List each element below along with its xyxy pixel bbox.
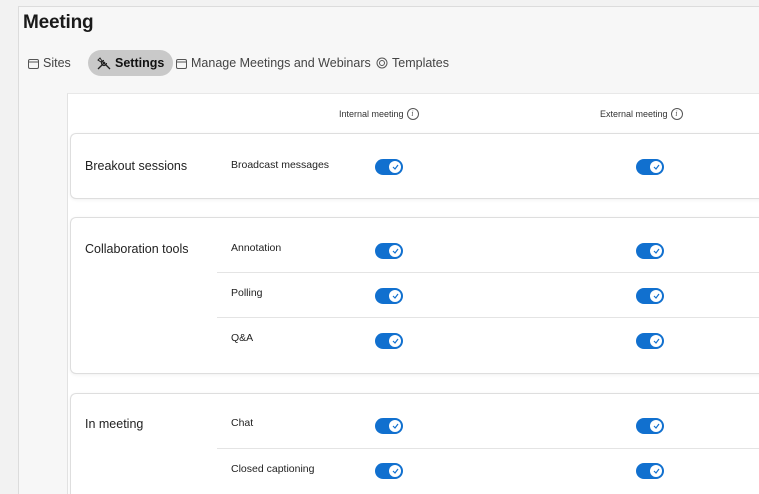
setting-row-chat: Chat [217,404,759,449]
setting-row-q-and-a: Q&A [217,318,759,362]
q-and-a-internal-toggle[interactable] [375,333,403,349]
column-header-external: External meeting i [600,108,683,120]
tab-label: Templates [392,56,449,70]
column-header-label: External meeting [600,109,668,119]
tab-settings[interactable]: Settings [88,50,174,76]
setting-label: Annotation [231,242,282,254]
info-icon[interactable]: i [406,108,419,120]
q-and-a-external-toggle[interactable] [636,333,664,349]
check-icon [389,290,401,302]
broadcast-messages-external-toggle[interactable] [636,159,664,175]
tab-label: Settings [115,56,165,70]
settings-panel: Internal meeting i External meeting i Br… [67,93,759,494]
check-icon [389,245,401,257]
column-header-internal: Internal meeting i [339,108,419,120]
setting-row-closed-captioning: Closed captioning [217,449,759,493]
check-icon [650,245,662,257]
check-icon [650,420,662,432]
annotation-external-toggle[interactable] [636,243,664,259]
template-icon [376,57,388,69]
group-label: Collaboration tools [85,242,189,256]
check-icon [389,335,401,347]
tab-label: Sites [43,56,71,70]
check-icon [650,290,662,302]
setting-label: Chat [231,417,254,429]
settings-group-breakout-sessions: Breakout sessions Broadcast messages [70,133,759,199]
check-icon [650,335,662,347]
page-title: Meeting [23,12,94,33]
check-icon [650,161,662,173]
setting-row-annotation: Annotation [217,228,759,273]
setting-label: Polling [231,287,263,299]
closed-captioning-internal-toggle[interactable] [375,463,403,479]
setting-row-broadcast-messages: Broadcast messages [217,144,759,188]
closed-captioning-external-toggle[interactable] [636,463,664,479]
setting-label: Closed captioning [231,463,315,475]
annotation-internal-toggle[interactable] [375,243,403,259]
check-icon [389,465,401,477]
chat-external-toggle[interactable] [636,418,664,434]
tab-label: Manage Meetings and Webinars [191,56,371,70]
calendar-icon [28,58,39,69]
settings-group-in-meeting: In meeting Chat Closed captioning [70,393,759,494]
polling-external-toggle[interactable] [636,288,664,304]
info-icon[interactable]: i [670,108,683,120]
tools-icon [97,56,111,69]
chat-internal-toggle[interactable] [375,418,403,434]
tab-manage-meetings-and-webinars[interactable]: Manage Meetings and Webinars [176,50,371,76]
setting-label: Broadcast messages [231,159,330,171]
setting-label: Q&A [231,332,254,344]
group-label: Breakout sessions [85,159,188,173]
polling-internal-toggle[interactable] [375,288,403,304]
check-icon [389,420,401,432]
column-header-label: Internal meeting [339,109,404,119]
broadcast-messages-internal-toggle[interactable] [375,159,403,175]
app-frame: Meeting Sites Settings Manage Meetings a… [18,6,759,494]
group-label: In meeting [85,417,144,431]
tab-sites[interactable]: Sites [28,50,71,76]
check-icon [650,465,662,477]
settings-group-collaboration-tools: Collaboration tools Annotation Polling Q… [70,217,759,374]
check-icon [389,161,401,173]
calendar-icon [176,58,187,69]
tab-templates[interactable]: Templates [376,50,449,76]
setting-row-polling: Polling [217,273,759,318]
